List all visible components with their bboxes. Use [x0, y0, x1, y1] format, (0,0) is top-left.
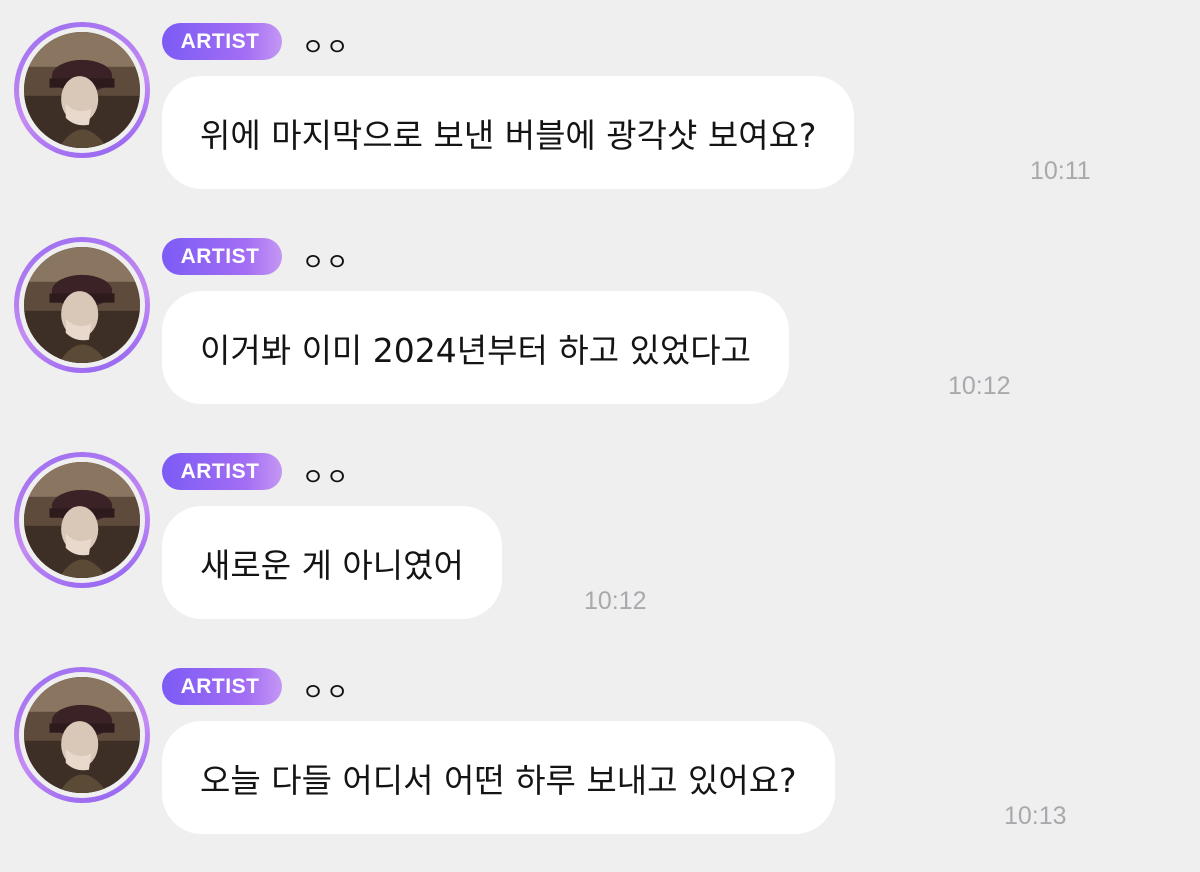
artist-badge: ARTIST — [162, 668, 282, 705]
artist-badge: ARTIST — [162, 23, 282, 60]
profile-photo-icon — [24, 462, 140, 578]
artist-badge: ARTIST — [162, 453, 282, 490]
sender-name: ㅇㅇ — [302, 464, 351, 491]
message-time: 10:11 — [1030, 157, 1091, 185]
profile-photo-icon — [24, 677, 140, 793]
sender-name: ㅇㅇ — [302, 249, 351, 276]
avatar[interactable] — [14, 22, 150, 158]
avatar-photo — [24, 677, 140, 793]
chat-message: ARTIST ㅇㅇ 새로운 게 아니였어 10:12 — [0, 430, 1200, 645]
avatar-photo — [24, 247, 140, 363]
avatar-photo — [24, 32, 140, 148]
chat-message: ARTIST ㅇㅇ 위에 마지막으로 보낸 버블에 광각샷 보여요? 10:11 — [0, 0, 1200, 215]
message-bubble[interactable]: 새로운 게 아니였어 — [162, 506, 502, 619]
message-bubble[interactable]: 이거봐 이미 2024년부터 하고 있었다고 — [162, 291, 789, 404]
profile-photo-icon — [24, 32, 140, 148]
sender-name: ㅇㅇ — [302, 679, 351, 706]
avatar[interactable] — [14, 452, 150, 588]
chat-message: ARTIST ㅇㅇ 오늘 다들 어디서 어떤 하루 보내고 있어요? 10:13 — [0, 645, 1200, 860]
profile-photo-icon — [24, 247, 140, 363]
chat-message: ARTIST ㅇㅇ 이거봐 이미 2024년부터 하고 있었다고 10:12 — [0, 215, 1200, 430]
avatar[interactable] — [14, 237, 150, 373]
avatar[interactable] — [14, 667, 150, 803]
avatar-photo — [24, 462, 140, 578]
artist-badge: ARTIST — [162, 238, 282, 275]
message-bubble[interactable]: 오늘 다들 어디서 어떤 하루 보내고 있어요? — [162, 721, 835, 834]
message-time: 10:12 — [948, 372, 1011, 400]
message-time: 10:13 — [1004, 802, 1067, 830]
message-time: 10:12 — [584, 587, 647, 615]
message-bubble[interactable]: 위에 마지막으로 보낸 버블에 광각샷 보여요? — [162, 76, 855, 189]
sender-name: ㅇㅇ — [302, 34, 351, 61]
